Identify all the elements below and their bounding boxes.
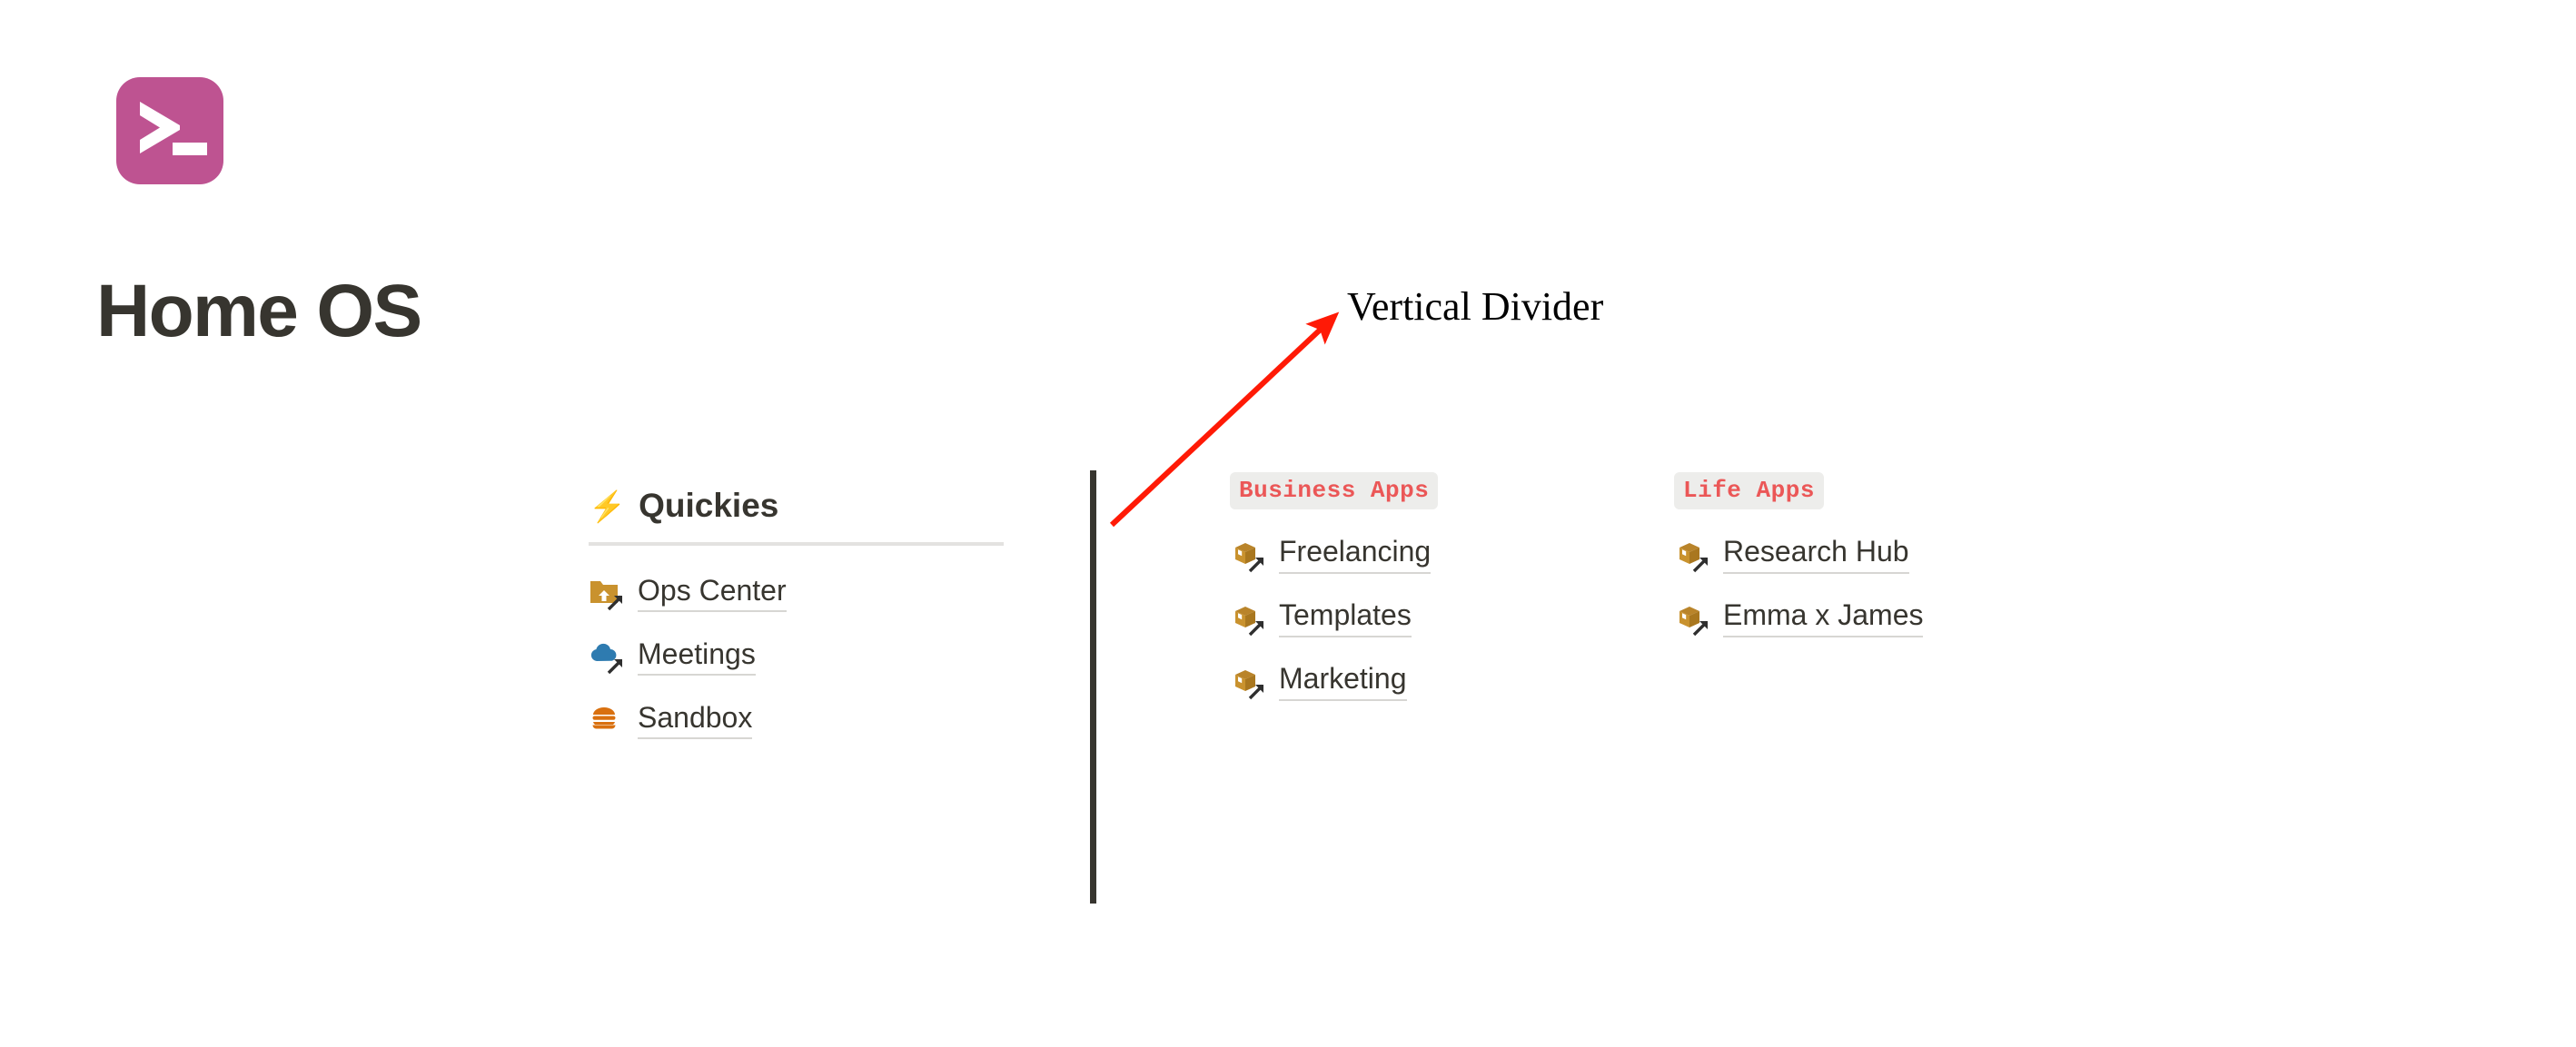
- quickies-list: Ops Center Meetings Sandbox: [589, 571, 1006, 740]
- hamburger-icon: [589, 701, 625, 737]
- list-item-emma-x-james[interactable]: Emma x James: [1674, 597, 1924, 638]
- link-arrow-badge: [607, 596, 623, 611]
- life-apps-column: Life Apps Research Hub Emma x James: [1674, 472, 1924, 660]
- link-arrow-badge: [1692, 557, 1709, 573]
- link-arrow-badge: [1692, 620, 1709, 637]
- package-box-icon: [1230, 663, 1266, 700]
- cloud-icon: [589, 637, 625, 675]
- terminal-prompt-icon: [140, 102, 207, 155]
- life-apps-tag: Life Apps: [1674, 472, 1824, 509]
- quickies-heading: ⚡ Quickies: [589, 486, 1006, 526]
- list-item-research-hub[interactable]: Research Hub: [1674, 533, 1923, 575]
- list-item-freelancing[interactable]: Freelancing: [1230, 533, 1438, 575]
- list-item-templates[interactable]: Templates: [1230, 597, 1438, 638]
- list-item-label: Marketing: [1279, 661, 1407, 701]
- link-arrow-badge: [1248, 620, 1264, 637]
- list-item-label: Emma x James: [1723, 598, 1924, 637]
- list-item-meetings[interactable]: Meetings: [589, 635, 1006, 677]
- list-item-label: Meetings: [638, 637, 756, 677]
- outbox-tray-folder-icon: [589, 574, 625, 611]
- quickies-section: ⚡ Quickies Ops Center Meetings Sandbox: [589, 486, 1006, 762]
- app-logo[interactable]: [116, 77, 223, 184]
- list-item-label: Sandbox: [638, 700, 753, 740]
- list-item-ops-center[interactable]: Ops Center: [589, 571, 1006, 613]
- business-apps-column: Business Apps Freelancing Templates Mark…: [1230, 472, 1439, 724]
- link-arrow-badge: [1248, 557, 1264, 573]
- package-box-icon: [1674, 536, 1710, 573]
- list-item-label: Ops Center: [638, 573, 787, 613]
- business-apps-list: Freelancing Templates Marketing: [1230, 533, 1438, 702]
- page-title: Home OS: [96, 270, 422, 352]
- package-box-icon: [1230, 599, 1266, 637]
- package-box-icon: [1674, 599, 1710, 637]
- vertical-divider: [1090, 470, 1096, 904]
- life-apps-list: Research Hub Emma x James: [1674, 533, 1924, 638]
- list-item-label: Freelancing: [1279, 534, 1432, 574]
- package-box-icon: [1230, 536, 1266, 573]
- list-item-label: Templates: [1279, 598, 1412, 637]
- high-voltage-emoji: ⚡: [589, 489, 627, 523]
- annotation-label: Vertical Divider: [1347, 284, 1604, 329]
- link-arrow-badge: [1248, 684, 1264, 700]
- list-item-marketing[interactable]: Marketing: [1230, 660, 1438, 702]
- quickies-divider-rule: [589, 542, 1004, 547]
- quickies-heading-text: Quickies: [639, 487, 779, 524]
- business-apps-tag: Business Apps: [1230, 472, 1439, 509]
- list-item-sandbox[interactable]: Sandbox: [589, 698, 1006, 740]
- link-arrow-badge: [607, 659, 623, 675]
- list-item-label: Research Hub: [1723, 534, 1909, 574]
